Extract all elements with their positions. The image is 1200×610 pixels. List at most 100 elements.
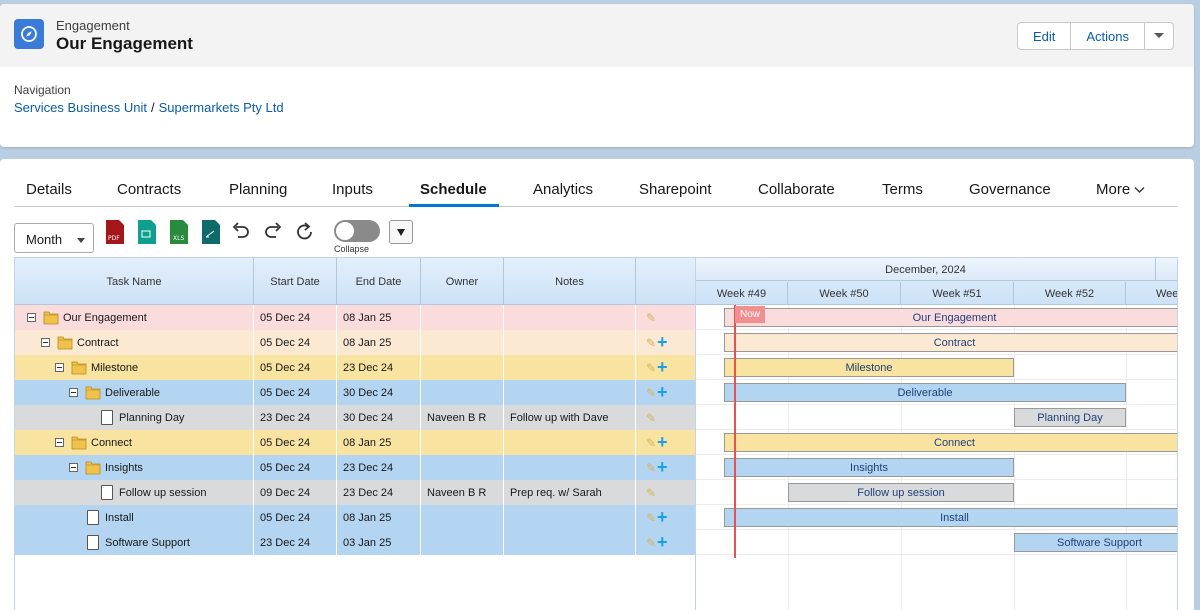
column-header-end-date[interactable]: End Date: [337, 258, 421, 305]
gantt-bar[interactable]: Follow up session: [788, 483, 1014, 502]
owner-cell[interactable]: [421, 505, 504, 530]
column-header-task-name[interactable]: Task Name: [15, 258, 254, 305]
table-row[interactable]: Deliverable 05 Dec 24 30 Dec 24 ✎ +: [15, 380, 696, 405]
start-date-cell[interactable]: 23 Dec 24: [254, 530, 337, 555]
actions-button[interactable]: Actions: [1071, 22, 1145, 50]
end-date-cell[interactable]: 23 Dec 24: [337, 480, 421, 505]
add-subtask-icon[interactable]: +: [657, 357, 668, 378]
end-date-cell[interactable]: 30 Dec 24: [337, 405, 421, 430]
owner-cell[interactable]: [421, 430, 504, 455]
start-date-cell[interactable]: 05 Dec 24: [254, 505, 337, 530]
start-date-cell[interactable]: 05 Dec 24: [254, 430, 337, 455]
start-date-cell[interactable]: 05 Dec 24: [254, 330, 337, 355]
add-subtask-icon[interactable]: +: [657, 532, 668, 553]
task-cell[interactable]: Our Engagement: [15, 305, 254, 330]
owner-cell[interactable]: Naveen B R: [421, 405, 504, 430]
breadcrumb-link-account[interactable]: Supermarkets Pty Ltd: [159, 100, 284, 115]
view-select[interactable]: Month: [14, 223, 94, 253]
notes-cell[interactable]: [504, 380, 636, 405]
xls-icon[interactable]: XLS: [168, 220, 190, 244]
notes-cell[interactable]: [504, 305, 636, 330]
table-row[interactable]: Connect 05 Dec 24 08 Jan 25 ✎ +: [15, 430, 696, 455]
gantt-bar[interactable]: Install: [724, 508, 1177, 527]
add-subtask-icon[interactable]: +: [657, 332, 668, 353]
start-date-cell[interactable]: 09 Dec 24: [254, 480, 337, 505]
end-date-cell[interactable]: 08 Jan 25: [337, 430, 421, 455]
column-header-start-date[interactable]: Start Date: [254, 258, 337, 305]
end-date-cell[interactable]: 23 Dec 24: [337, 355, 421, 380]
tab-terms[interactable]: Terms: [882, 181, 923, 198]
gantt-bar[interactable]: Contract: [724, 333, 1177, 352]
start-date-cell[interactable]: 05 Dec 24: [254, 355, 337, 380]
notes-cell[interactable]: Prep req. w/ Sarah: [504, 480, 636, 505]
edit-pencil-icon[interactable]: ✎: [646, 486, 656, 500]
gantt-bar[interactable]: Milestone: [724, 358, 1014, 377]
notes-cell[interactable]: [504, 455, 636, 480]
tab-sharepoint[interactable]: Sharepoint: [639, 181, 712, 198]
table-row[interactable]: Our Engagement 05 Dec 24 08 Jan 25 ✎: [15, 305, 696, 330]
end-date-cell[interactable]: 03 Jan 25: [337, 530, 421, 555]
tab-contracts[interactable]: Contracts: [117, 181, 181, 198]
task-cell[interactable]: Software Support: [15, 530, 254, 555]
add-subtask-icon[interactable]: +: [657, 382, 668, 403]
table-row[interactable]: Milestone 05 Dec 24 23 Dec 24 ✎ +: [15, 355, 696, 380]
tab-analytics[interactable]: Analytics: [533, 181, 593, 198]
gantt-bar[interactable]: Planning Day: [1014, 408, 1126, 427]
edit-button[interactable]: Edit: [1016, 22, 1072, 50]
collapse-toggle-icon[interactable]: [55, 363, 64, 372]
doc-export-icon[interactable]: [200, 220, 222, 244]
collapse-toggle[interactable]: [334, 220, 380, 242]
column-header-owner[interactable]: Owner: [421, 258, 504, 305]
task-cell[interactable]: Contract: [15, 330, 254, 355]
tab-more[interactable]: More: [1096, 181, 1145, 198]
notes-cell[interactable]: [504, 505, 636, 530]
task-cell[interactable]: Deliverable: [15, 380, 254, 405]
task-cell[interactable]: Install: [15, 505, 254, 530]
tab-schedule[interactable]: Schedule: [420, 181, 487, 198]
pdf-icon[interactable]: PDF: [104, 220, 126, 244]
edit-pencil-icon[interactable]: ✎: [646, 511, 656, 525]
tab-governance[interactable]: Governance: [969, 181, 1051, 198]
tab-planning[interactable]: Planning: [229, 181, 287, 198]
collapse-toggle-icon[interactable]: [69, 388, 78, 397]
gantt-bar[interactable]: Deliverable: [724, 383, 1126, 402]
more-actions-button[interactable]: [1145, 22, 1174, 50]
add-subtask-icon[interactable]: +: [657, 457, 668, 478]
add-subtask-icon[interactable]: +: [657, 507, 668, 528]
table-row[interactable]: Insights 05 Dec 24 23 Dec 24 ✎ +: [15, 455, 696, 480]
collapse-toggle-icon[interactable]: [55, 438, 64, 447]
tab-collaborate[interactable]: Collaborate: [758, 181, 835, 198]
gantt-bar[interactable]: Insights: [724, 458, 1014, 477]
table-row[interactable]: Software Support 23 Dec 24 03 Jan 25 ✎ +: [15, 530, 696, 555]
edit-pencil-icon[interactable]: ✎: [646, 461, 656, 475]
end-date-cell[interactable]: 08 Jan 25: [337, 505, 421, 530]
end-date-cell[interactable]: 08 Jan 25: [337, 330, 421, 355]
gantt-bar[interactable]: Software Support: [1014, 533, 1177, 552]
edit-pencil-icon[interactable]: ✎: [646, 361, 656, 375]
notes-cell[interactable]: [504, 530, 636, 555]
owner-cell[interactable]: [421, 330, 504, 355]
end-date-cell[interactable]: 30 Dec 24: [337, 380, 421, 405]
owner-cell[interactable]: [421, 305, 504, 330]
edit-pencil-icon[interactable]: ✎: [646, 386, 656, 400]
table-row[interactable]: Planning Day 23 Dec 24 30 Dec 24 Naveen B R…: [15, 405, 696, 430]
owner-cell[interactable]: [421, 455, 504, 480]
notes-cell[interactable]: [504, 330, 636, 355]
table-row[interactable]: Follow up session 09 Dec 24 23 Dec 24 Navee…: [15, 480, 696, 505]
start-date-cell[interactable]: 05 Dec 24: [254, 305, 337, 330]
owner-cell[interactable]: [421, 530, 504, 555]
task-cell[interactable]: Insights: [15, 455, 254, 480]
edit-pencil-icon[interactable]: ✎: [646, 436, 656, 450]
notes-cell[interactable]: Follow up with Dave: [504, 405, 636, 430]
undo-icon[interactable]: [230, 220, 252, 244]
owner-cell[interactable]: Naveen B R: [421, 480, 504, 505]
start-date-cell[interactable]: 05 Dec 24: [254, 380, 337, 405]
tab-details[interactable]: Details: [26, 181, 72, 198]
start-date-cell[interactable]: 23 Dec 24: [254, 405, 337, 430]
table-row[interactable]: Install 05 Dec 24 08 Jan 25 ✎ +: [15, 505, 696, 530]
add-subtask-icon[interactable]: +: [657, 432, 668, 453]
owner-cell[interactable]: [421, 355, 504, 380]
task-cell[interactable]: Planning Day: [15, 405, 254, 430]
collapse-toggle-icon[interactable]: [27, 313, 36, 322]
edit-pencil-icon[interactable]: ✎: [646, 311, 656, 325]
